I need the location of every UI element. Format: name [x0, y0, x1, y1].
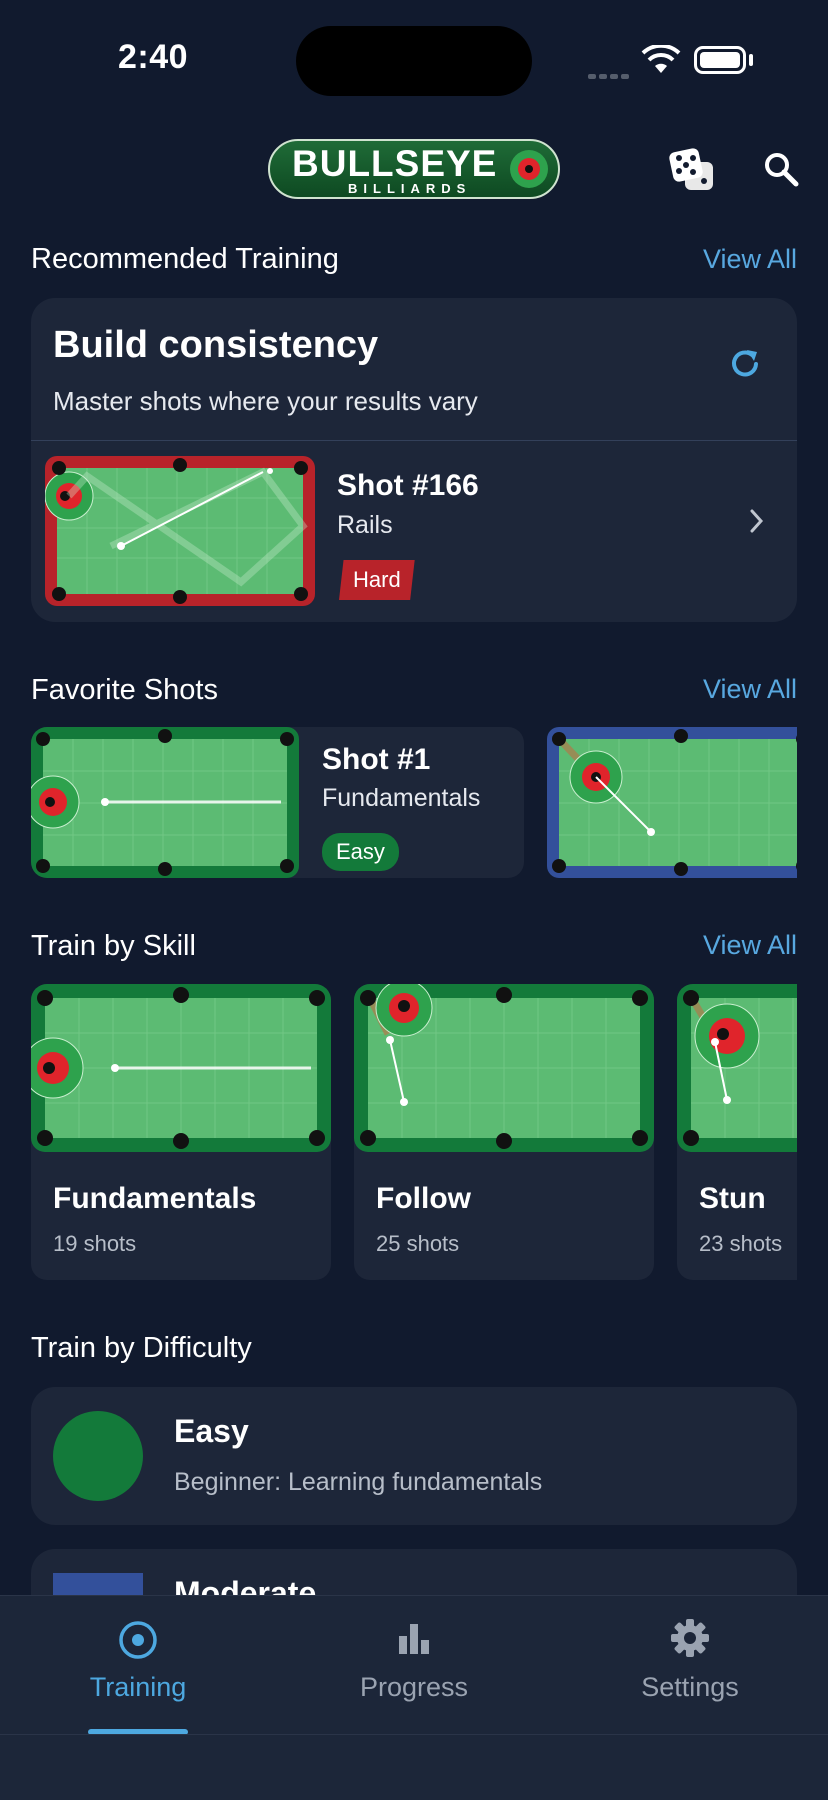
difficulty-name: Easy: [174, 1413, 249, 1449]
favorite-shot-card-partial[interactable]: [547, 727, 797, 878]
skill-count: 19 shots: [53, 1231, 137, 1256]
recommended-card-title: Build consistency: [53, 324, 379, 366]
wifi-icon: [641, 45, 681, 73]
tab-label: Training: [89, 1672, 187, 1702]
skill-card-stun[interactable]: Stun 23 shots: [677, 984, 797, 1280]
pool-table-thumbnail: [547, 727, 797, 878]
skill-name: Follow: [376, 1182, 471, 1215]
tab-label: Settings: [641, 1672, 739, 1702]
pool-table-thumbnail: [45, 456, 315, 606]
tab-progress[interactable]: Progress: [314, 1596, 514, 1734]
app-logo: BULLSEYE BILLIARDS: [268, 139, 560, 199]
skills-carousel[interactable]: Fundamentals 19 shots Follow 25 shots St…: [31, 984, 797, 1280]
recommended-shot-row[interactable]: Shot #166 Rails Hard: [31, 441, 797, 622]
difficulty-section-title: Train by Difficulty: [31, 1332, 252, 1364]
recommended-view-all-link[interactable]: View All: [703, 244, 797, 275]
dynamic-island: [296, 26, 532, 96]
skill-name: Stun: [699, 1182, 766, 1215]
tab-settings[interactable]: Settings: [590, 1596, 790, 1734]
skill-name: Fundamentals: [53, 1182, 257, 1215]
favorite-shot-category: Fundamentals: [322, 784, 481, 812]
logo-wordmark: BULLSEYE: [292, 143, 498, 184]
tab-label: Progress: [359, 1672, 469, 1702]
favorites-section-title: Favorite Shots: [31, 674, 218, 706]
bar-chart-icon: [399, 1624, 429, 1654]
chevron-right-icon: [750, 509, 764, 533]
target-icon: [510, 150, 548, 188]
pool-table-thumbnail: [677, 984, 797, 1152]
tab-bar-divider: [0, 1734, 828, 1735]
shot-name: Shot #166: [337, 469, 479, 502]
difficulty-card-easy[interactable]: Easy Beginner: Learning fundamentals: [31, 1387, 797, 1525]
logo-subtitle: BILLIARDS: [348, 181, 472, 196]
pool-table-thumbnail: [354, 984, 654, 1152]
pool-table-thumbnail: [31, 984, 331, 1152]
difficulty-badge-hard: Hard: [339, 560, 415, 600]
skill-count: 25 shots: [376, 1231, 460, 1256]
favorite-shot-name: Shot #1: [322, 743, 431, 776]
cellular-signal-icon: [588, 66, 632, 84]
easy-circle-icon: [53, 1411, 143, 1501]
status-time: 2:40: [118, 38, 189, 76]
recommended-card: Build consistency Master shots where you…: [31, 298, 797, 622]
recommended-section-title: Recommended Training: [31, 243, 339, 275]
shot-category: Rails: [337, 511, 393, 539]
favorite-shot-card[interactable]: Shot #1 Fundamentals Easy: [31, 727, 524, 878]
skills-view-all-link[interactable]: View All: [703, 930, 797, 961]
favorites-view-all-link[interactable]: View All: [703, 674, 797, 705]
recommended-card-subtitle: Master shots where your results vary: [53, 386, 478, 416]
tab-training[interactable]: Training: [38, 1596, 238, 1735]
dice-icon[interactable]: [668, 145, 718, 195]
tab-bar: Training Progress Settings: [0, 1595, 828, 1800]
skill-card-follow[interactable]: Follow 25 shots: [354, 984, 654, 1280]
pool-table-thumbnail: [31, 727, 299, 878]
gear-icon: [671, 1619, 709, 1657]
difficulty-badge-easy: Easy: [322, 833, 399, 871]
search-icon[interactable]: [762, 150, 800, 188]
battery-icon: [694, 46, 746, 74]
target-icon: [119, 1621, 157, 1659]
skill-card-fundamentals[interactable]: Fundamentals 19 shots: [31, 984, 331, 1280]
difficulty-description: Beginner: Learning fundamentals: [174, 1468, 543, 1496]
refresh-icon[interactable]: [727, 346, 763, 382]
battery-cap: [749, 54, 753, 66]
skill-count: 23 shots: [699, 1231, 783, 1256]
skills-section-title: Train by Skill: [31, 930, 196, 962]
